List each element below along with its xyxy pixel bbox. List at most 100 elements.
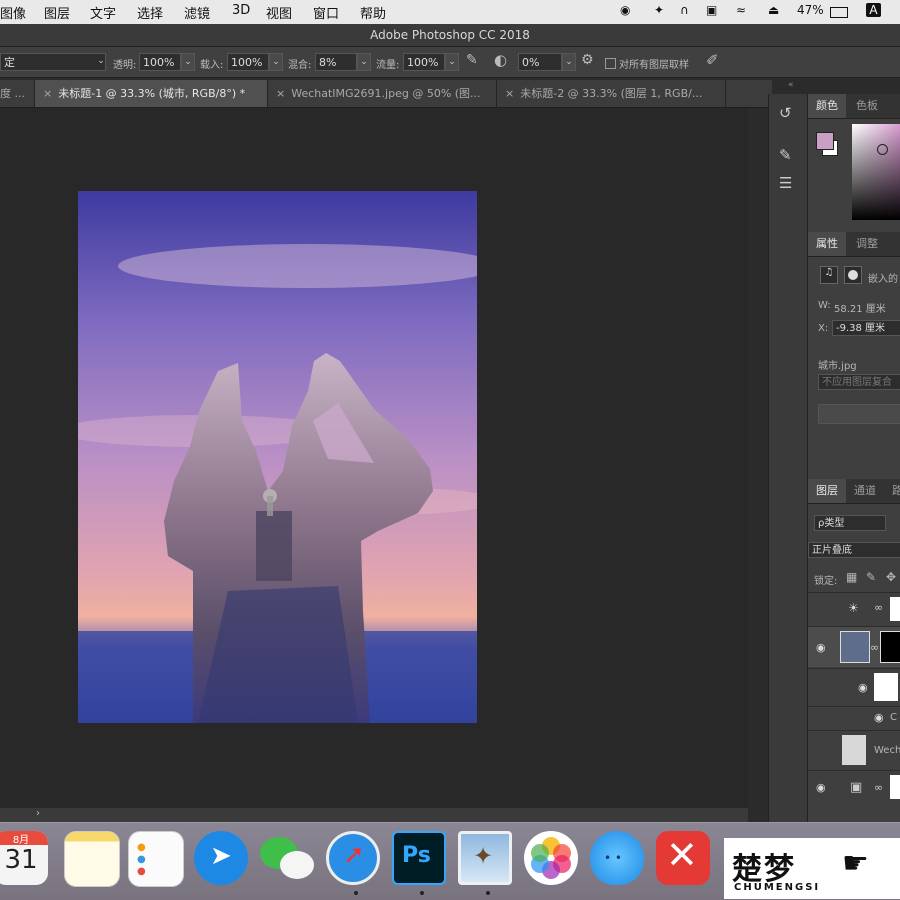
menu-view[interactable]: 视图: [266, 3, 292, 22]
reminders-app-icon[interactable]: ● ● ●: [128, 831, 184, 887]
layer-mask-thumbnail[interactable]: [880, 631, 900, 663]
layer-row[interactable]: Wechat: [808, 730, 900, 769]
tab-layers[interactable]: 图层: [808, 479, 846, 503]
photos-app-icon[interactable]: [524, 831, 578, 885]
layer-name: C: [890, 712, 897, 723]
bird-icon[interactable]: ✦: [654, 3, 664, 17]
tab-1[interactable]: 度 ...: [0, 80, 35, 107]
menu-image[interactable]: 图像: [0, 3, 26, 22]
link-icon: ∞: [874, 601, 884, 614]
airbrush-icon[interactable]: ✎: [466, 52, 478, 68]
smart-object-icon[interactable]: ♫: [820, 266, 838, 284]
x-input[interactable]: -9.38 厘米: [832, 320, 900, 336]
layer-row[interactable]: ◉ ▣ ∞: [808, 770, 900, 805]
chevron-right-icon[interactable]: ›: [36, 808, 40, 819]
smoothing-input[interactable]: 0%: [518, 53, 562, 71]
foreground-color-swatch[interactable]: [816, 132, 834, 150]
wifi-icon[interactable]: ≈: [736, 3, 746, 17]
smoothing-icon[interactable]: ◐: [494, 51, 507, 69]
layer-row-selected[interactable]: ◉ ∞: [808, 626, 900, 667]
display-icon[interactable]: ▣: [706, 3, 717, 17]
history-icon[interactable]: ↺: [779, 104, 792, 122]
layer-thumbnail[interactable]: [842, 735, 866, 765]
layer-filter-select[interactable]: ρ类型: [814, 515, 886, 531]
mask-icon[interactable]: [844, 266, 862, 284]
creative-cloud-icon[interactable]: ◉: [620, 3, 630, 17]
width-label: W:: [818, 300, 831, 311]
headphones-icon[interactable]: ∩: [680, 3, 689, 17]
tab-4[interactable]: × 未标题-2 @ 33.3% (图层 1, RGB/...: [497, 80, 726, 107]
mode-dropdown[interactable]: 定: [0, 53, 106, 71]
close-icon[interactable]: ×: [276, 87, 285, 100]
layer-row[interactable]: ◉ C: [808, 706, 900, 729]
menu-layer[interactable]: 图层: [44, 3, 70, 22]
layer-row[interactable]: ☀ ∞: [808, 592, 900, 625]
menu-select[interactable]: 选择: [137, 3, 163, 22]
photoshop-app-icon[interactable]: Ps: [392, 831, 446, 885]
load-input[interactable]: 100%: [227, 53, 269, 71]
notes-app-icon[interactable]: [64, 831, 120, 887]
brush-icon[interactable]: ✎: [779, 146, 792, 164]
blend-input[interactable]: 8%: [315, 53, 357, 71]
battery-percent[interactable]: 47%: [797, 3, 824, 17]
opacity-dropdown-icon[interactable]: ⌄: [181, 53, 195, 71]
blend-dropdown-icon[interactable]: ⌄: [357, 53, 371, 71]
tab-properties[interactable]: 属性: [808, 232, 846, 256]
calendar-app[interactable]: 8月 31: [0, 831, 48, 885]
input-method-indicator[interactable]: A: [866, 3, 881, 17]
menu-window[interactable]: 窗口: [313, 3, 339, 22]
eye-icon[interactable]: ◉: [816, 641, 826, 654]
document-canvas[interactable]: [78, 191, 477, 723]
menu-help[interactable]: 帮助: [360, 3, 386, 22]
flow-input[interactable]: 100%: [403, 53, 445, 71]
safari-app-icon[interactable]: ➚: [326, 831, 380, 885]
dingtalk-app-icon[interactable]: ➤: [194, 831, 248, 885]
eject-icon[interactable]: ⏏: [768, 3, 779, 17]
layer-thumbnail[interactable]: [840, 631, 870, 663]
wechat-app-icon[interactable]: [260, 831, 314, 885]
width-value[interactable]: 58.21 厘米: [834, 300, 886, 315]
adjustments-icon[interactable]: ☰: [779, 174, 792, 192]
lock-paint-icon[interactable]: ✎: [866, 570, 876, 584]
layer-comp-select[interactable]: 不应用图层复合: [818, 374, 900, 390]
layer-thumbnail[interactable]: [874, 673, 898, 701]
collapse-panels-icon[interactable]: «: [788, 80, 804, 92]
sample-all-checkbox[interactable]: [605, 58, 616, 69]
tab-2[interactable]: × 未标题-1 @ 33.3% (城市, RGB/8°) *: [35, 80, 268, 107]
pressure-icon[interactable]: ✐: [706, 51, 719, 69]
menu-3d[interactable]: 3D: [232, 3, 250, 18]
tab-3[interactable]: × WechatIMG2691.jpeg @ 50% (图...: [268, 80, 497, 107]
horizontal-scrollbar[interactable]: ›: [0, 808, 748, 822]
eye-icon[interactable]: ◉: [874, 711, 884, 724]
close-icon[interactable]: ×: [43, 87, 52, 100]
layer-mask-thumbnail[interactable]: [890, 597, 900, 621]
qq-app-icon[interactable]: • •: [590, 831, 644, 885]
menu-filter[interactable]: 滤镜: [184, 3, 210, 22]
close-icon[interactable]: ×: [505, 87, 514, 100]
tab-adjustments[interactable]: 调整: [848, 232, 886, 256]
lock-position-icon[interactable]: ✥: [886, 570, 896, 584]
blend-mode-select[interactable]: 正片叠底: [808, 542, 900, 558]
color-picker-cursor[interactable]: [877, 144, 888, 155]
flow-dropdown-icon[interactable]: ⌄: [445, 53, 459, 71]
tab-paths[interactable]: 路: [884, 479, 900, 503]
eye-icon[interactable]: ◉: [858, 681, 868, 694]
tab-color[interactable]: 颜色: [808, 94, 846, 118]
smoothing-dropdown-icon[interactable]: ⌄: [562, 53, 576, 71]
gear-icon[interactable]: ⚙: [581, 52, 594, 68]
battery-icon: [830, 7, 848, 18]
tab-swatches[interactable]: 色板: [848, 94, 886, 118]
tab-channels[interactable]: 通道: [846, 479, 884, 503]
preview-app-icon[interactable]: ✦: [458, 831, 512, 885]
layer-row[interactable]: ◉: [808, 668, 900, 705]
menu-type[interactable]: 文字: [90, 3, 116, 22]
eye-icon[interactable]: ◉: [816, 781, 826, 794]
layer-mask-thumbnail[interactable]: [890, 775, 900, 799]
load-dropdown-icon[interactable]: ⌄: [269, 53, 283, 71]
color-picker-field[interactable]: [852, 124, 900, 220]
edit-contents-button[interactable]: [818, 404, 900, 424]
opacity-input[interactable]: 100%: [139, 53, 181, 71]
xmind-app-icon[interactable]: ✕: [656, 831, 710, 885]
lock-pixels-icon[interactable]: ▦: [846, 570, 857, 584]
tab-label: 未标题-1 @ 33.3% (城市, RGB/8°) *: [58, 87, 246, 100]
